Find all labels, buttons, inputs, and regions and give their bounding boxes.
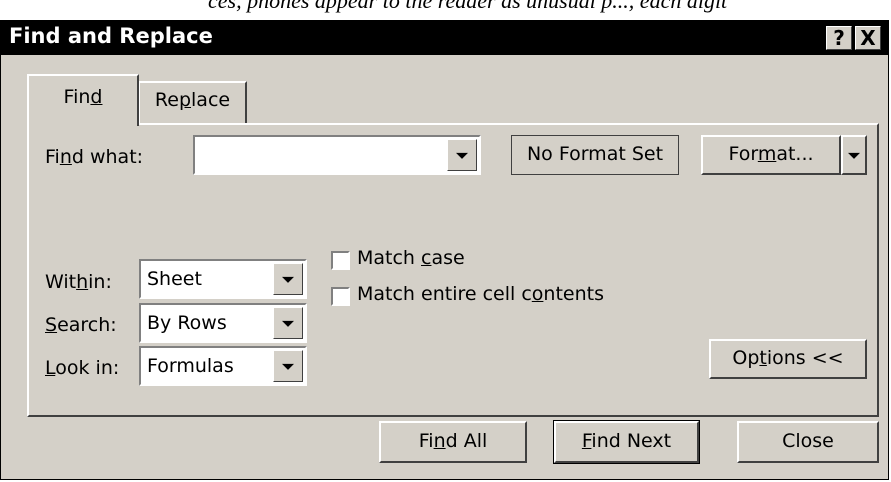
format-preview: No Format Set: [511, 135, 679, 175]
format-button[interactable]: Format...: [701, 135, 841, 175]
find-all-label: Find All: [418, 430, 488, 452]
within-label: Within:: [45, 271, 112, 293]
tab-replace-label: Replace: [154, 89, 231, 111]
chevron-down-icon: [848, 152, 860, 159]
tab-find[interactable]: Find: [27, 74, 139, 126]
options-button-label: Options <<: [732, 347, 844, 369]
look-in-select[interactable]: Formulas: [139, 346, 307, 386]
search-value: By Rows: [147, 312, 227, 334]
match-case-checkbox[interactable]: [331, 251, 350, 270]
look-in-dropdown-button[interactable]: [273, 350, 303, 382]
help-button[interactable]: ?: [826, 26, 852, 50]
help-icon: ?: [833, 26, 845, 50]
find-all-button[interactable]: Find All: [379, 421, 527, 463]
background-text-line: ces, phones appear to the reader as unus…: [208, 0, 728, 13]
background-document-text: ces, phones appear to the reader as unus…: [0, 0, 891, 22]
search-select[interactable]: By Rows: [139, 303, 307, 343]
tab-find-label: Find: [63, 86, 103, 108]
chevron-down-icon: [456, 152, 468, 159]
close-button-label: Close: [782, 430, 834, 452]
dialog-title: Find and Replace: [9, 24, 213, 48]
format-button-label: Format...: [728, 143, 814, 165]
chevron-down-icon: [282, 276, 294, 283]
format-preview-text: No Format Set: [526, 143, 664, 165]
close-window-button[interactable]: X: [855, 26, 881, 50]
look-in-value: Formulas: [147, 355, 234, 377]
find-replace-dialog: Find and Replace ? X Find Replace Find w…: [0, 20, 889, 480]
within-select[interactable]: Sheet: [139, 259, 307, 299]
match-case-label[interactable]: Match case: [357, 247, 465, 269]
close-button[interactable]: Close: [737, 421, 879, 463]
within-dropdown-button[interactable]: [273, 263, 303, 295]
search-label: Search:: [45, 314, 117, 336]
options-button[interactable]: Options <<: [709, 339, 867, 379]
tab-replace[interactable]: Replace: [139, 81, 247, 123]
match-entire-checkbox[interactable]: [331, 287, 350, 306]
find-what-combobox[interactable]: [193, 135, 481, 175]
within-value: Sheet: [147, 268, 202, 290]
chevron-down-icon: [282, 363, 294, 370]
format-dropdown-button[interactable]: [841, 135, 867, 175]
match-entire-label[interactable]: Match entire cell contents: [357, 283, 604, 305]
close-icon: X: [860, 26, 876, 50]
find-what-dropdown-button[interactable]: [447, 139, 477, 171]
title-bar[interactable]: Find and Replace ? X: [1, 21, 888, 55]
find-next-button[interactable]: Find Next: [553, 420, 700, 464]
chevron-down-icon: [282, 320, 294, 327]
find-what-label: Find what:: [45, 146, 144, 168]
look-in-label: Look in:: [45, 357, 120, 379]
find-next-label: Find Next: [581, 430, 672, 452]
search-dropdown-button[interactable]: [273, 307, 303, 339]
